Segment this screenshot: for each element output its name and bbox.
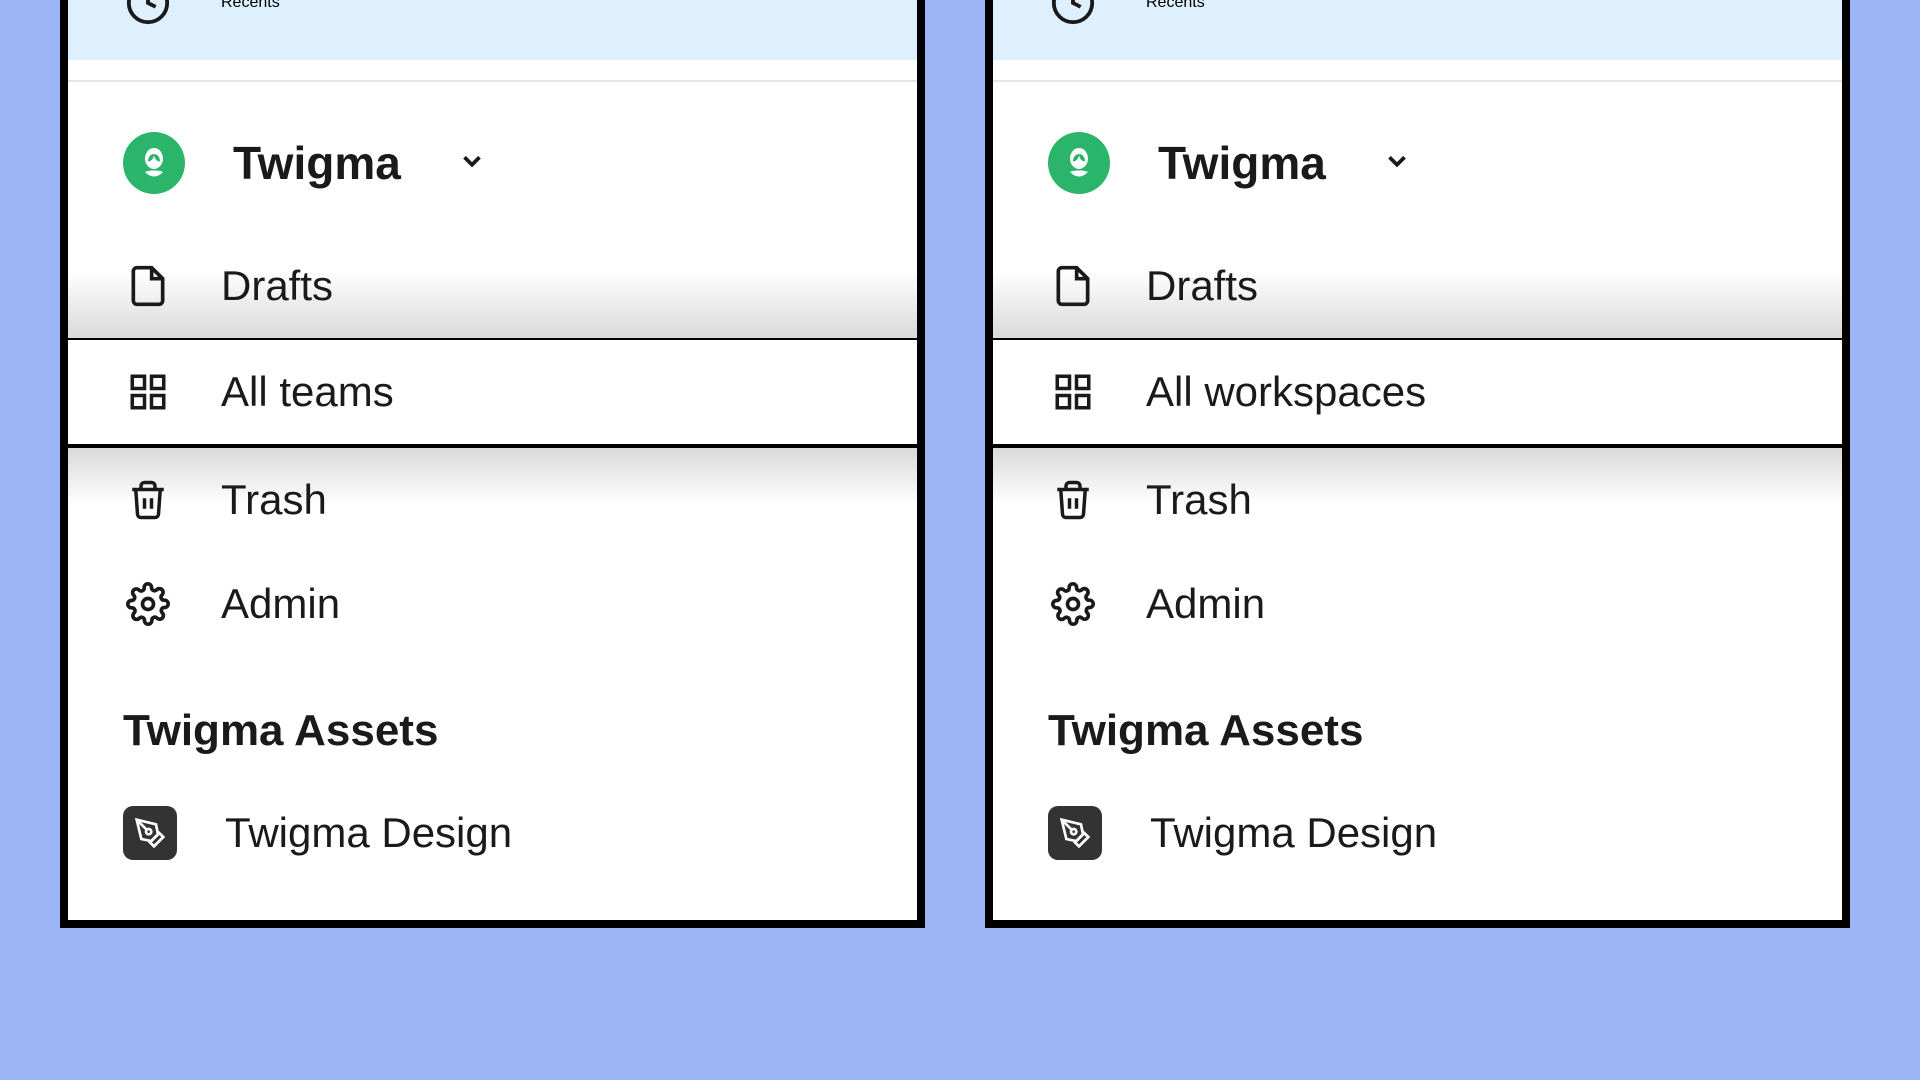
chevron-down-icon: [1382, 146, 1412, 181]
sidebar-item-label: Drafts: [221, 262, 333, 310]
sidebar-item-trash[interactable]: Trash: [993, 446, 1842, 552]
sidebar-item-admin[interactable]: Admin: [993, 552, 1842, 656]
sidebar-item-all-teams[interactable]: All teams: [68, 340, 917, 446]
trash-icon: [123, 479, 173, 521]
sidebar-item-recents[interactable]: Recents: [993, 0, 1842, 60]
pen-icon: [1048, 806, 1102, 860]
sidebar-item-label: All workspaces: [1146, 368, 1426, 416]
org-switcher[interactable]: Twigma: [68, 82, 917, 234]
sidebar-item-drafts[interactable]: Drafts: [993, 234, 1842, 340]
sidebar-item-label: All teams: [221, 368, 394, 416]
file-icon: [1048, 264, 1098, 308]
file-icon: [123, 264, 173, 308]
asset-item-label: Twigma Design: [1150, 809, 1437, 857]
assets-section-header: Twigma Assets: [993, 656, 1842, 786]
grid-icon: [1048, 371, 1098, 413]
sidebar-item-label: Trash: [1146, 476, 1252, 524]
pen-icon: [123, 806, 177, 860]
clock-icon: [123, 0, 173, 26]
sidebar-item-trash[interactable]: Trash: [68, 446, 917, 552]
asset-item-twigma-design[interactable]: Twigma Design: [993, 786, 1842, 920]
org-name: Twigma: [1158, 136, 1326, 190]
gear-icon: [1048, 582, 1098, 626]
org-switcher[interactable]: Twigma: [993, 82, 1842, 234]
org-avatar: [1048, 132, 1110, 194]
trash-icon: [1048, 479, 1098, 521]
asset-item-label: Twigma Design: [225, 809, 512, 857]
sidebar-panel-left: Recents Twigma Drafts All teams Trash Ad: [60, 0, 925, 928]
sidebar-item-label: Trash: [221, 476, 327, 524]
sidebar-item-label: Drafts: [1146, 262, 1258, 310]
grid-icon: [123, 371, 173, 413]
sidebar-panel-right: Recents Twigma Drafts All workspaces Tra…: [985, 0, 1850, 928]
asset-item-twigma-design[interactable]: Twigma Design: [68, 786, 917, 920]
sidebar-item-label: Admin: [221, 580, 340, 628]
assets-section-header: Twigma Assets: [68, 656, 917, 786]
chevron-down-icon: [457, 146, 487, 181]
sidebar-item-recents[interactable]: Recents: [68, 0, 917, 60]
sidebar-item-admin[interactable]: Admin: [68, 552, 917, 656]
sidebar-item-all-workspaces[interactable]: All workspaces: [993, 340, 1842, 446]
org-avatar: [123, 132, 185, 194]
recents-label: Recents: [1146, 0, 1205, 12]
org-name: Twigma: [233, 136, 401, 190]
clock-icon: [1048, 0, 1098, 26]
sidebar-item-label: Admin: [1146, 580, 1265, 628]
sidebar-item-drafts[interactable]: Drafts: [68, 234, 917, 340]
recents-label: Recents: [221, 0, 280, 12]
gear-icon: [123, 582, 173, 626]
